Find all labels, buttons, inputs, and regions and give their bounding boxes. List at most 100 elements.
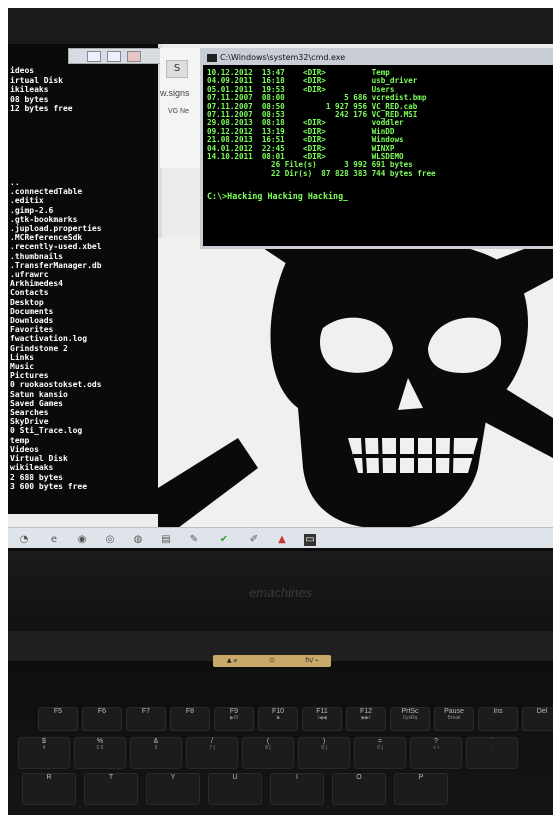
keyboard-key[interactable]: (8 [ <box>242 737 294 769</box>
browser-url[interactable]: w.signs <box>160 88 190 98</box>
keyboard-key[interactable]: Del <box>522 707 553 731</box>
key-label: F12 <box>359 708 373 715</box>
screen-bezel <box>8 8 553 44</box>
browser-tab[interactable]: S <box>166 60 188 78</box>
ie-icon[interactable]: e <box>48 534 60 546</box>
pdf-icon[interactable]: ▲ <box>276 534 288 546</box>
keyboard-key[interactable]: F10 ■ <box>258 707 298 731</box>
keyboard-key[interactable]: = 0 } <box>354 737 406 769</box>
firefox-icon[interactable]: ◍ <box>132 534 144 546</box>
keyboard-key[interactable]: ) 9 ] <box>298 737 350 769</box>
key-label: O <box>356 774 362 781</box>
keyboard-key[interactable]: I <box>270 773 324 805</box>
minimize-icon[interactable] <box>87 51 101 62</box>
key-sublabel: ▶/II <box>229 715 238 721</box>
keyboard-key[interactable]: F9 ▶/II <box>214 707 254 731</box>
keyboard-key[interactable]: $4 <box>18 737 70 769</box>
console-line: Contacts <box>10 288 49 298</box>
console-line: .gimp-2.6 <box>10 205 54 215</box>
console-line: Videos <box>10 444 39 454</box>
key-label: F9 <box>229 708 239 715</box>
keyboard-key[interactable]: F11 I◀◀ <box>302 707 342 731</box>
keyboard-key[interactable]: F12 ▶▶I <box>346 707 386 731</box>
explorer-icon[interactable]: ◉ <box>76 534 88 546</box>
close-icon[interactable] <box>127 51 141 62</box>
keyboard-key[interactable]: /7 { <box>186 737 238 769</box>
keyboard-key[interactable]: & 6 <box>130 737 182 769</box>
key-label: F6 <box>97 708 107 715</box>
keyboard-key[interactable]: % 5 € <box>74 737 126 769</box>
media-key-1[interactable]: ▲ ⌀ <box>217 656 247 666</box>
console-line: temp <box>10 435 30 445</box>
keyboard-key[interactable]: U <box>208 773 262 805</box>
key-label: Pause <box>444 708 464 715</box>
browser-bookmark[interactable]: VG Ne <box>168 108 189 115</box>
console-line: .recently-used.xbel <box>10 242 102 252</box>
cmd-titlebar[interactable]: C:\Windows\system32\cmd.exe <box>203 51 553 65</box>
console-line: Virtual Disk <box>10 454 68 464</box>
key-label: $ <box>42 738 46 745</box>
console-line: ideos <box>10 66 35 75</box>
keyboard-key[interactable]: F5 <box>38 707 78 731</box>
key-label: F10 <box>271 708 285 715</box>
key-sublabel: 6 <box>154 745 158 751</box>
console-line: Downloads <box>10 316 54 326</box>
left-window-titlebar[interactable] <box>68 48 162 64</box>
key-sublabel: 9 ] <box>321 745 327 751</box>
skull-wallpaper <box>158 238 553 528</box>
key-label: Y <box>170 774 176 781</box>
pen-icon[interactable]: ✐ <box>248 534 260 546</box>
key-label: PrtSc <box>401 708 419 715</box>
key-label: & <box>153 738 159 745</box>
console-line: Pictures <box>10 371 49 381</box>
keyboard-key[interactable]: Ins <box>478 707 518 731</box>
key-sublabel: 5 € <box>96 745 104 751</box>
console-line: Searches <box>10 408 49 418</box>
power-button[interactable]: ⏻ <box>257 656 287 666</box>
console-line: .. <box>10 178 20 187</box>
cmd-icon <box>207 53 217 62</box>
cmd-window[interactable]: C:\Windows\system32\cmd.exe 10.12.2012 1… <box>200 48 553 249</box>
cmd-line: 22 Dir(s) 87 828 383 744 bytes free <box>207 168 436 178</box>
keyboard-key[interactable]: O <box>332 773 386 805</box>
keyboard-key[interactable]: T <box>84 773 138 805</box>
keyboard-key[interactable]: F7 <box>126 707 166 731</box>
key-label: P <box>418 774 424 781</box>
console-line: Documents <box>10 306 54 316</box>
chrome-icon[interactable]: ◎ <box>104 534 116 546</box>
console-line: 2 688 bytes <box>10 472 63 482</box>
media-key-3[interactable]: fn/ ⌁ <box>297 656 327 666</box>
key-sublabel: 7 { <box>209 745 215 751</box>
console-line: irtual Disk <box>10 75 63 85</box>
key-label: F5 <box>53 708 63 715</box>
keyboard-key[interactable]: Y <box>146 773 200 805</box>
console-line: .MCReferenceSdk <box>10 233 83 243</box>
keyboard-key[interactable]: F8 <box>170 707 210 731</box>
tool-icon[interactable]: ✎ <box>188 534 200 546</box>
maximize-icon[interactable] <box>107 51 121 62</box>
keyboard-key[interactable]: R <box>22 773 76 805</box>
key-sublabel: 4 <box>42 745 46 751</box>
console-line: 0 ruokaostokset.ods <box>10 380 102 390</box>
key-sublabel: 8 [ <box>265 745 271 751</box>
key-sublabel: I◀◀ <box>317 715 327 721</box>
keyboard-key[interactable]: P <box>394 773 448 805</box>
keyboard-key[interactable]: ` ´ <box>466 737 518 769</box>
key-label: ( <box>266 738 270 745</box>
media-button-bar: ▲ ⌀ ⏻ fn/ ⌁ <box>213 655 331 667</box>
key-label: Del <box>536 708 548 715</box>
key-sublabel: ▶▶I <box>361 715 371 721</box>
console-line: .gtk-bookmarks <box>10 214 78 224</box>
cmd-taskbar-icon[interactable]: ▭ <box>304 534 316 546</box>
start-icon[interactable]: ◔ <box>18 534 30 546</box>
notepad-icon[interactable]: ▤ <box>160 534 172 546</box>
laptop-body: emachines ▲ ⌀ ⏻ fn/ ⌁ F5 F6 F7 F8 F9 ▶/II F10 ■… <box>8 551 553 815</box>
cmd-prompt[interactable]: C:\>Hacking Hacking Hacking_ <box>207 191 348 201</box>
cmd-directory-listing: 10.12.2012 13:47 <DIR> Temp 04.09.2011 16… <box>207 68 436 178</box>
check-icon[interactable]: ✔ <box>218 534 230 546</box>
keyboard-key[interactable]: F6 <box>82 707 122 731</box>
keyboard-key[interactable]: Pause Break <box>434 707 474 731</box>
keyboard-key[interactable]: ? + \ <box>410 737 462 769</box>
console-line: fwactivation.log <box>10 334 88 344</box>
keyboard-key[interactable]: PrtSc SysRq <box>390 707 430 731</box>
